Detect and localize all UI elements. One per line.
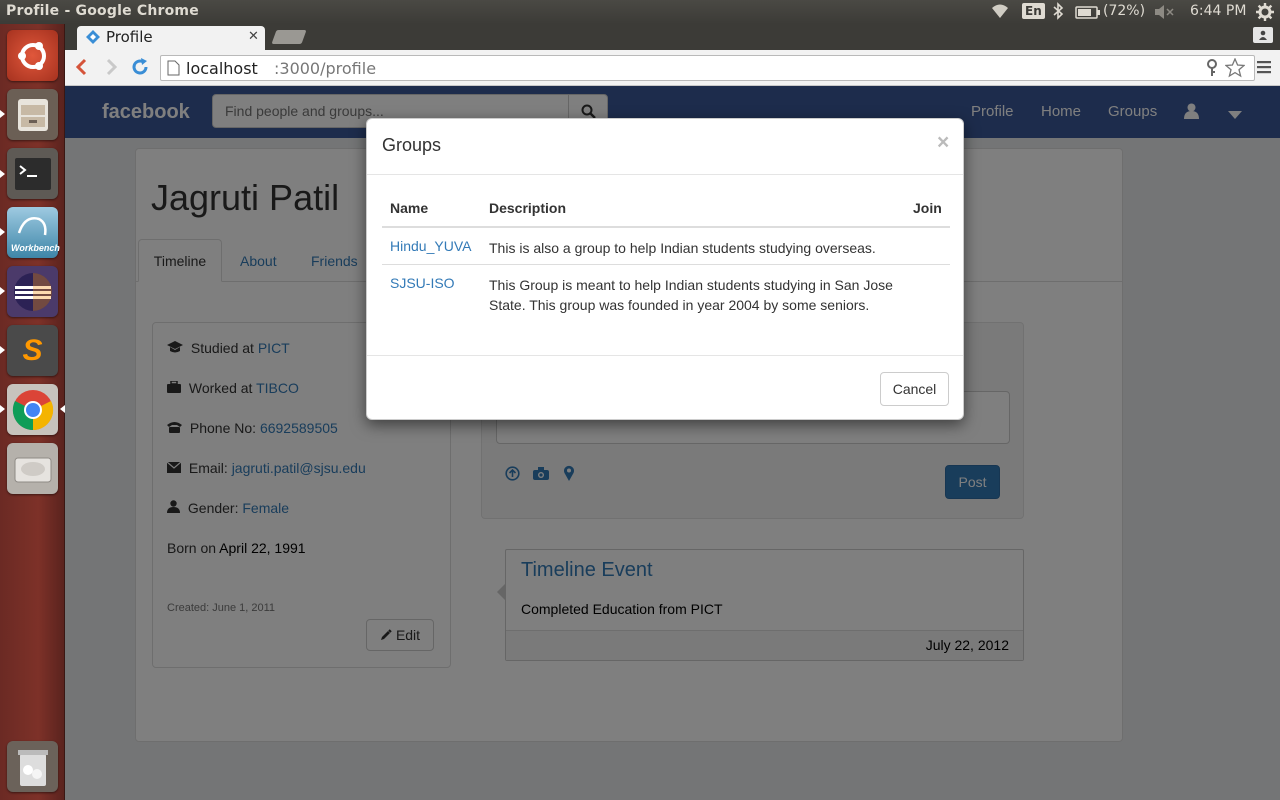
terminal-icon[interactable] [7,148,58,199]
battery-percentage: (72%) [1103,3,1146,19]
workbench-label: Workbench [11,243,60,253]
cancel-button[interactable]: Cancel [880,372,949,406]
eclipse-icon[interactable] [7,266,58,317]
forward-icon[interactable] [103,58,119,79]
volume-muted-icon[interactable] [1153,4,1175,24]
groups-modal: Groups × Name Description Join Hindu_YUV… [366,118,964,420]
mysql-workbench-icon[interactable]: Workbench [7,207,60,258]
system-top-bar: Profile - Google Chrome En (72%) 6:44 PM [0,0,1280,24]
files-icon[interactable] [7,89,58,140]
table-row: Hindu_YUVA This is also a group to help … [382,229,950,265]
running-indicator [0,110,5,118]
group-description: This Group is meant to help Indian stude… [489,277,893,313]
gear-icon[interactable] [1255,2,1275,26]
column-header-name: Name [390,200,429,216]
table-row: SJSU-ISO This Group is meant to help Ind… [382,266,950,322]
browser-tab[interactable]: Profile ✕ [77,26,265,50]
running-indicator [0,287,5,295]
chrome-icon[interactable] [7,384,58,435]
key-icon[interactable] [1205,59,1219,81]
address-bar[interactable]: localhost :3000/profile [160,55,1255,81]
sublime-letter: S [22,333,43,367]
new-tab-button[interactable] [271,30,307,44]
running-indicator [0,346,5,354]
reload-icon[interactable] [130,57,150,80]
group-name-link[interactable]: SJSU-ISO [390,275,455,291]
modal-header-divider [367,174,963,175]
menu-icon[interactable] [1257,60,1271,77]
clock[interactable]: 6:44 PM [1190,3,1246,19]
running-indicator [0,170,5,178]
running-indicator [0,405,5,413]
profile-avatar-icon[interactable] [1253,27,1273,43]
disks-icon[interactable] [7,443,58,494]
favicon-icon [85,29,101,49]
column-header-description: Description [489,200,567,216]
running-indicator [0,228,5,236]
column-header-join: Join [913,200,942,216]
sublime-text-icon[interactable]: S [7,325,58,376]
tab-title: Profile [106,28,153,46]
cancel-label: Cancel [892,381,937,397]
bluetooth-icon[interactable] [1052,2,1064,24]
url-path: :3000/profile [274,59,377,78]
tab-close-icon[interactable]: ✕ [248,29,259,44]
trash-icon[interactable] [7,741,58,792]
modal-close-icon[interactable]: × [937,131,949,155]
group-name-link[interactable]: Hindu_YUVA [390,238,471,254]
modal-title: Groups [382,135,442,155]
modal-footer-divider [367,355,963,356]
wifi-icon[interactable] [990,2,1010,24]
ubuntu-dash-icon[interactable] [7,30,58,81]
table-header: Name Description Join [382,192,950,228]
url-host: localhost [186,59,258,78]
back-icon[interactable] [74,58,90,79]
group-description: This is also a group to help Indian stud… [489,240,876,256]
battery-icon[interactable] [1075,6,1101,23]
page-icon [167,60,180,80]
bookmark-star-icon[interactable] [1224,57,1246,82]
keyboard-layout-indicator[interactable]: En [1022,3,1045,19]
window-title: Profile - Google Chrome [6,3,199,19]
